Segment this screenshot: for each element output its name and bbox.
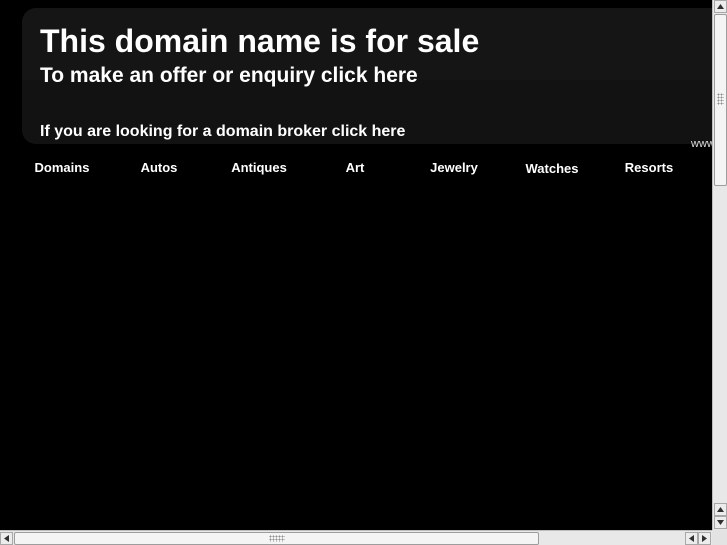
arrow-up-icon[interactable]: [714, 0, 727, 13]
category-nav: Domains Autos Antiques Art Jewelry Watch…: [12, 158, 706, 180]
grip-icon: [269, 535, 285, 542]
nav-item-antiques[interactable]: Antiques: [209, 158, 309, 178]
grip-icon: [717, 93, 724, 105]
nav-item-jewelry[interactable]: Jewelry: [404, 158, 504, 178]
vertical-scrollbar[interactable]: [712, 0, 727, 530]
horizontal-scroll-thumb[interactable]: [14, 532, 539, 545]
arrow-left-icon[interactable]: [0, 532, 13, 545]
nav-item-resorts[interactable]: Resorts: [599, 158, 699, 178]
domain-broker-link[interactable]: If you are looking for a domain broker c…: [40, 122, 405, 142]
truncated-url-text: www: [691, 138, 712, 150]
page-title: This domain name is for sale: [40, 23, 480, 59]
nav-item-art[interactable]: Art: [305, 158, 405, 178]
horizontal-scrollbar[interactable]: [0, 530, 712, 545]
nav-item-autos[interactable]: Autos: [109, 158, 209, 178]
arrow-down-icon[interactable]: [714, 516, 727, 529]
nav-item-watches[interactable]: Watches: [502, 159, 602, 179]
scrollbar-corner: [712, 530, 727, 545]
page-viewport: This domain name is for sale To make an …: [0, 0, 712, 530]
nav-item-domains[interactable]: Domains: [12, 158, 112, 178]
vertical-scroll-thumb[interactable]: [714, 14, 727, 186]
offer-enquiry-link[interactable]: To make an offer or enquiry click here: [40, 62, 418, 90]
arrow-left-icon[interactable]: [685, 532, 698, 545]
arrow-right-icon[interactable]: [698, 532, 711, 545]
arrow-up-icon[interactable]: [714, 503, 727, 516]
